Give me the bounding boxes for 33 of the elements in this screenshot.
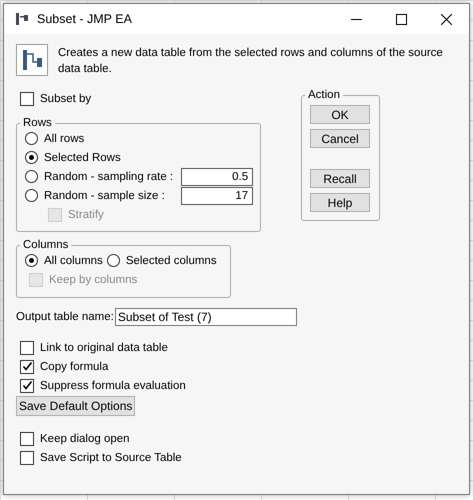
column-option-radio[interactable]: Selected columns [106, 251, 217, 270]
row-option-radio[interactable]: Random - sample size : [25, 186, 165, 205]
subset-icon [15, 12, 29, 26]
action-button[interactable]: Cancel [310, 129, 370, 148]
subset-icon [16, 44, 48, 76]
window-title: Subset - JMP EA [37, 12, 132, 26]
check-icon [22, 361, 32, 372]
option-checkbox[interactable]: Copy formula [16, 357, 459, 376]
action-button[interactable]: Recall [310, 169, 370, 188]
dialog-option-checkbox[interactable]: Keep dialog open [16, 429, 459, 448]
group-title: Rows [22, 117, 53, 129]
output-name-field[interactable]: Subset of Test (7) [114, 308, 297, 326]
description-text: Creates a new data table from the selected rows and columns of the source data table. [58, 46, 444, 77]
output-name-label: Output table name: [16, 311, 114, 323]
action-button[interactable]: OK [310, 105, 370, 124]
column-option-radio[interactable]: All columns [25, 251, 103, 270]
check-icon [22, 380, 32, 391]
input-field[interactable]: 17 [181, 186, 254, 204]
option-checkbox[interactable]: Suppress formula evaluation [16, 376, 459, 395]
subset-by-checkbox[interactable]: Subset by [16, 89, 276, 108]
group-title: Action [307, 89, 341, 101]
maximize-icon[interactable] [396, 14, 407, 24]
minimize-icon[interactable] [351, 18, 362, 20]
save-default-button[interactable]: Save Default Options [16, 396, 136, 416]
input-field[interactable]: 0.5 [181, 168, 254, 186]
option-checkbox[interactable]: Link to original data table [16, 338, 459, 357]
row-option-radio[interactable]: Random - sampling rate : [25, 167, 174, 186]
row-option-radio[interactable]: Selected Rows [25, 148, 121, 167]
group-title: Columns [22, 239, 70, 251]
close-icon[interactable] [441, 14, 452, 24]
dialog-option-checkbox[interactable]: Save Script to Source Table [16, 448, 459, 467]
row-option-radio[interactable]: All rows [25, 129, 84, 148]
action-button[interactable]: Help [310, 193, 370, 212]
